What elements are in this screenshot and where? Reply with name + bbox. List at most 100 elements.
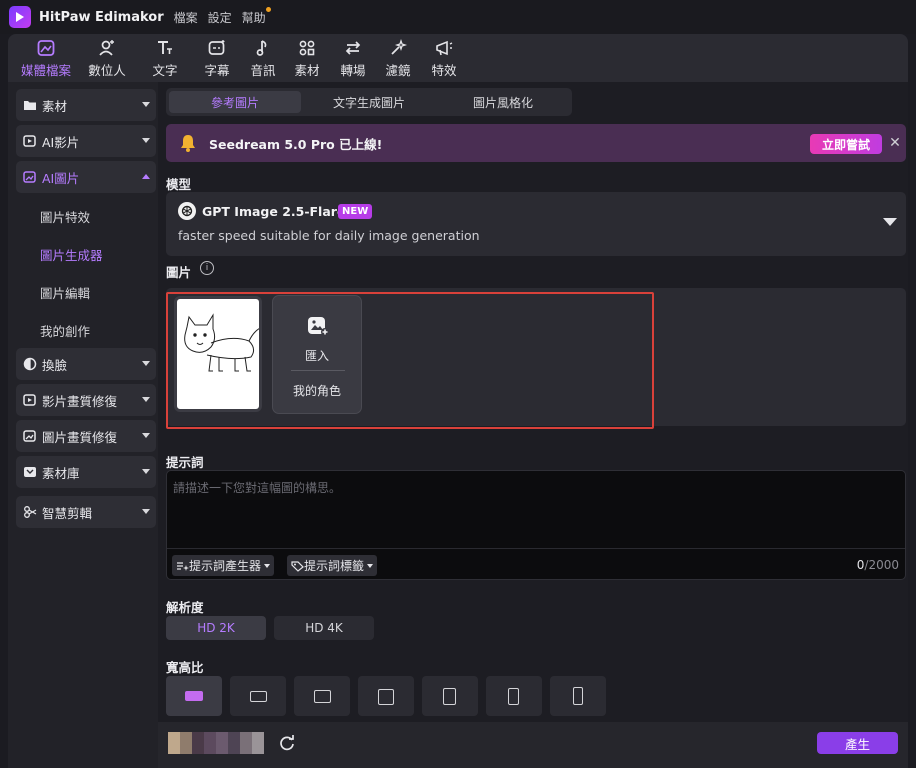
- import-label: 匯入: [304, 349, 329, 363]
- ai-image-icon: [22, 169, 38, 185]
- chip-label: 提示詞標籤: [304, 559, 365, 573]
- openai-logo-icon: [178, 202, 196, 220]
- footer-bar: 產生: [158, 722, 908, 768]
- generate-button[interactable]: 產生: [817, 732, 898, 754]
- model-name: GPT Image 2.5-Flare: [202, 204, 346, 219]
- resolution-2k-button[interactable]: HD 2K: [166, 616, 266, 640]
- tool-subtitle[interactable]: 字幕: [194, 34, 240, 80]
- chevron-down-icon: [142, 469, 150, 474]
- tool-transition[interactable]: 轉場: [328, 34, 378, 80]
- menu-settings[interactable]: 設定: [208, 9, 232, 26]
- sidebar-item-face-swap[interactable]: 換臉: [16, 348, 156, 380]
- aspect-shape: [378, 689, 394, 705]
- video-enhance-icon: [22, 392, 38, 408]
- aspect-ratio-option-5[interactable]: [422, 676, 478, 716]
- new-badge: NEW: [338, 204, 373, 219]
- tool-text[interactable]: 文字: [136, 34, 194, 80]
- model-select[interactable]: GPT Image 2.5-Flare NEW faster speed sui…: [166, 192, 906, 256]
- sidebar-subitem-image-generator[interactable]: 圖片生成器: [40, 245, 103, 264]
- sidebar-subitem-image-edit[interactable]: 圖片編輯: [40, 283, 90, 302]
- tool-assets[interactable]: 素材: [286, 34, 328, 80]
- chevron-down-icon: [264, 563, 271, 568]
- title-bar: HitPaw Edimakor 檔案 設定 幫助: [0, 0, 916, 34]
- chevron-down-icon: [367, 563, 374, 568]
- aspect-shape: [314, 690, 331, 703]
- aspect-shape: [185, 691, 203, 701]
- tool-filter[interactable]: 濾鏡: [378, 34, 418, 80]
- prompt-input[interactable]: [173, 479, 893, 549]
- list-sparkle-icon: [177, 561, 189, 571]
- menu-help[interactable]: 幫助: [241, 6, 271, 26]
- tool-label: 素材: [294, 63, 320, 78]
- aspect-ratio-option-1[interactable]: [166, 676, 222, 716]
- notification-dot: [265, 6, 271, 12]
- aspect-ratio-option-7[interactable]: [550, 676, 606, 716]
- tool-effects[interactable]: 特效: [418, 34, 470, 80]
- aspect-ratio-option-6[interactable]: [486, 676, 542, 716]
- character-max: /2000: [864, 558, 899, 572]
- sidebar-item-ai-image[interactable]: AI圖片: [16, 161, 156, 193]
- media-files-icon: [36, 37, 56, 59]
- aspect-shape: [250, 691, 267, 702]
- resolution-4k-button[interactable]: HD 4K: [274, 616, 374, 640]
- tool-label: 音訊: [250, 63, 276, 78]
- refresh-icon[interactable]: [278, 734, 296, 752]
- tab-image-stylize[interactable]: 圖片風格化: [437, 91, 569, 113]
- tool-media-files[interactable]: 媒體檔案: [14, 34, 78, 80]
- sidebar-item-library[interactable]: 素材庫: [16, 456, 156, 488]
- tool-audio[interactable]: 音訊: [240, 34, 286, 80]
- face-swap-icon: [22, 356, 38, 372]
- text-icon: [155, 37, 175, 59]
- bell-icon: [181, 135, 195, 152]
- tool-label: 數位人: [88, 63, 126, 78]
- digital-human-icon: [97, 37, 117, 59]
- prompt-box: 提示詞產生器 提示詞標籤 0/2000: [166, 470, 906, 580]
- model-section-label: 模型: [166, 177, 192, 192]
- sidebar-item-assets[interactable]: 素材: [16, 89, 156, 121]
- tool-digital-human[interactable]: 數位人: [78, 34, 136, 80]
- sidebar-item-label: 智慧剪輯: [42, 505, 93, 521]
- sidebar-item-smart-edit[interactable]: 智慧剪輯: [16, 496, 156, 528]
- top-toolbar: 媒體檔案 數位人 文字 字幕 音訊 素材 轉場 濾鏡 特效: [8, 34, 908, 82]
- cat-sketch-image: [184, 313, 259, 372]
- info-icon[interactable]: i: [200, 261, 214, 275]
- prompt-generator-button[interactable]: 提示詞產生器: [172, 555, 275, 576]
- aspect-ratio-section-label: 寬高比: [166, 660, 204, 675]
- aspect-ratio-option-4[interactable]: [358, 676, 414, 716]
- sidebar-item-label: 換臉: [42, 357, 68, 373]
- resolution-section-label: 解析度: [166, 600, 204, 615]
- aspect-ratio-option-2[interactable]: [230, 676, 286, 716]
- transition-icon: [343, 37, 363, 59]
- sidebar-subitem-my-creations[interactable]: 我的創作: [40, 321, 90, 340]
- sidebar-item-ai-video[interactable]: AI影片: [16, 125, 156, 157]
- menu-file[interactable]: 檔案: [174, 9, 198, 26]
- sidebar-item-video-enhance[interactable]: 影片畫質修復: [16, 384, 156, 416]
- folder-icon: [22, 97, 38, 113]
- main-panel: 參考圖片 文字生成圖片 圖片風格化 Seedream 5.0 Pro 已上線! …: [158, 82, 908, 768]
- chip-label: 提示詞產生器: [189, 559, 262, 573]
- reference-image-thumbnail[interactable]: [174, 296, 262, 412]
- sidebar-item-label: AI圖片: [42, 170, 80, 186]
- import-image-card[interactable]: 匯入 我的角色: [272, 295, 362, 414]
- menu-help-label: 幫助: [241, 10, 266, 25]
- banner-text: Seedream 5.0 Pro 已上線!: [209, 136, 383, 152]
- sidebar-subitem-image-effects[interactable]: 圖片特效: [40, 207, 90, 226]
- character-counter: 0/2000: [857, 558, 899, 572]
- close-icon[interactable]: ✕: [888, 136, 902, 150]
- my-character-button[interactable]: 我的角色: [273, 382, 361, 399]
- chevron-down-icon: [142, 397, 150, 402]
- chevron-down-icon[interactable]: [883, 218, 897, 226]
- prompt-tags-button[interactable]: 提示詞標籤: [287, 555, 378, 576]
- images-section-label: 圖片: [166, 265, 192, 280]
- sidebar: 素材 AI影片 AI圖片 圖片特效 圖片生成器 圖片編輯 我的創作 換臉 影片畫…: [8, 82, 158, 768]
- mode-tabs: 參考圖片 文字生成圖片 圖片風格化: [166, 88, 572, 116]
- aspect-ratio-option-3[interactable]: [294, 676, 350, 716]
- sidebar-item-image-enhance[interactable]: 圖片畫質修復: [16, 420, 156, 452]
- sidebar-item-label: 素材: [42, 98, 68, 114]
- tab-text-to-image[interactable]: 文字生成圖片: [303, 91, 435, 113]
- tool-label: 轉場: [340, 63, 366, 78]
- library-icon: [22, 464, 38, 480]
- tab-reference-image[interactable]: 參考圖片: [169, 91, 301, 113]
- try-now-button[interactable]: 立即嘗試: [810, 134, 882, 154]
- sidebar-item-label: 影片畫質修復: [42, 393, 118, 409]
